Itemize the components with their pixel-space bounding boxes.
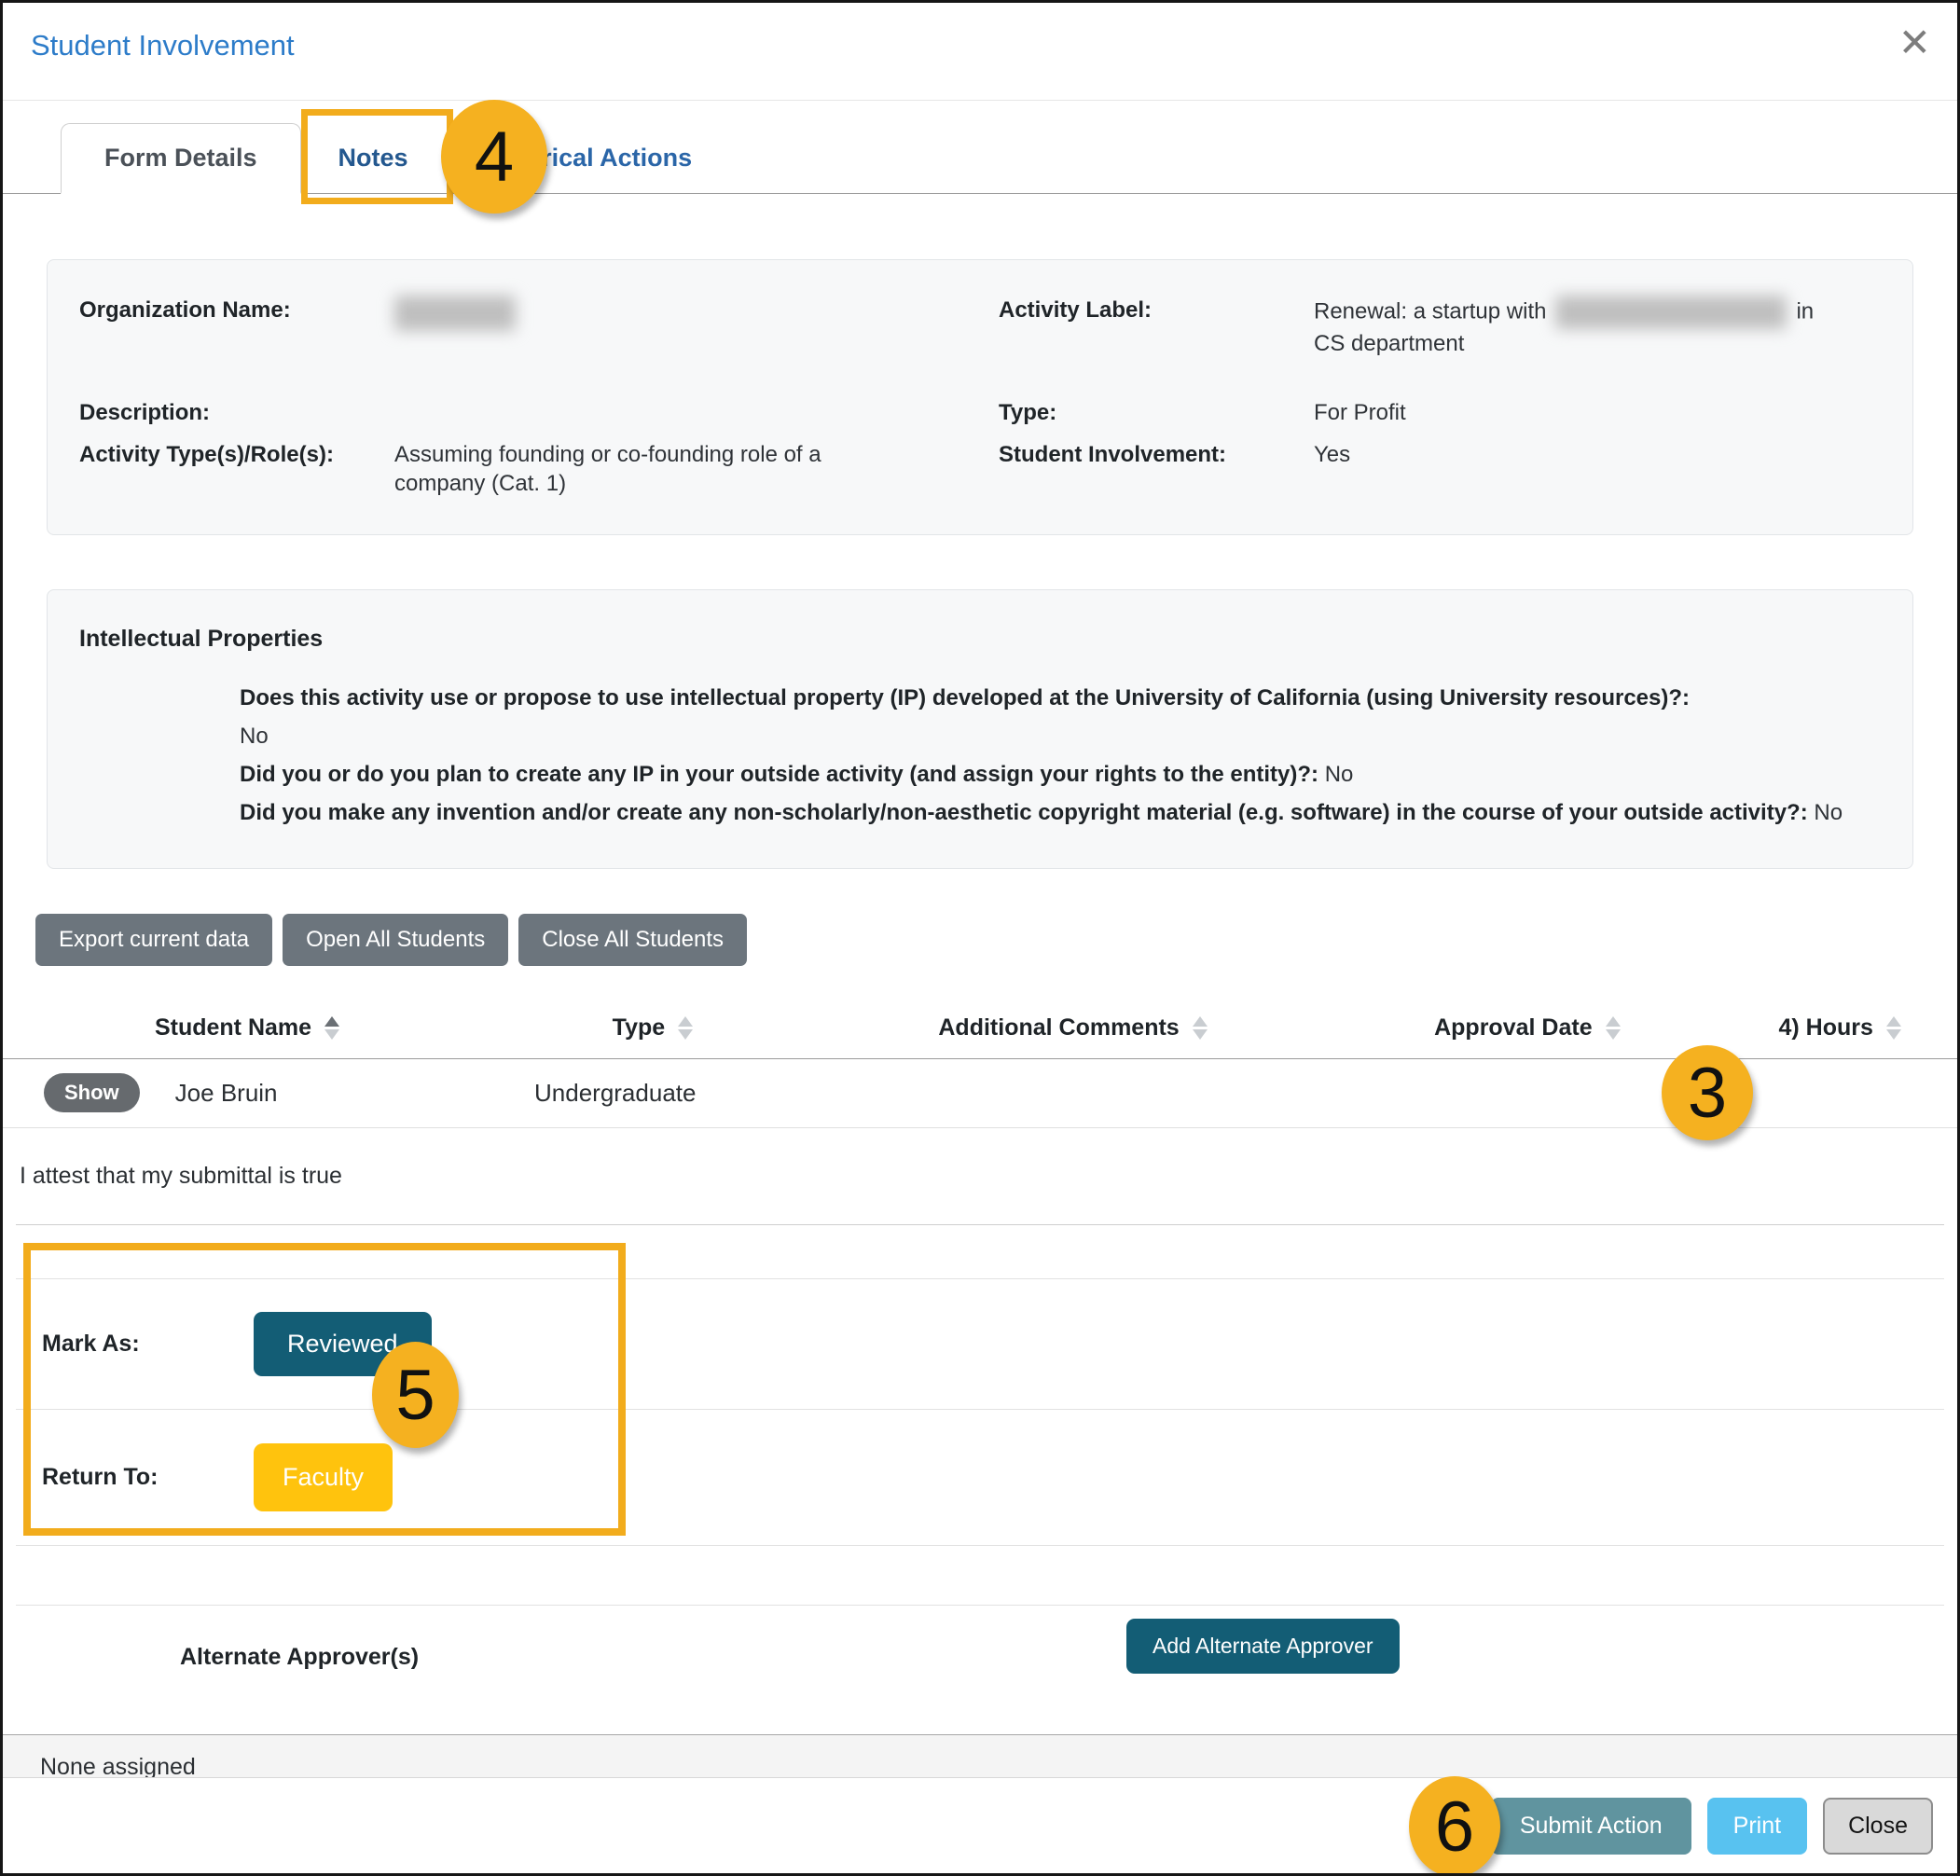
annotation-circle-3: 3 — [1662, 1045, 1753, 1140]
sort-icon — [1886, 1016, 1901, 1040]
submit-action-button[interactable]: Submit Action — [1491, 1798, 1691, 1855]
alternate-approvers-heading: Alternate Approver(s) — [3, 1644, 419, 1671]
student-involvement-modal: Student Involvement ✕ Form Details Notes… — [0, 0, 1960, 1876]
sort-icon — [1193, 1016, 1208, 1040]
print-button[interactable]: Print — [1707, 1798, 1807, 1855]
tab-form-details[interactable]: Form Details — [61, 123, 301, 194]
column-header-hours[interactable]: 4) Hours — [1722, 1014, 1957, 1041]
export-current-data-button[interactable]: Export current data — [35, 914, 272, 966]
students-table: Student Name Type Additional Comments Ap… — [3, 1014, 1957, 1128]
students-table-header: Student Name Type Additional Comments Ap… — [3, 1014, 1957, 1059]
sort-icon — [1606, 1016, 1621, 1040]
organization-name-value — [394, 296, 917, 385]
annotation-circle-6: 6 — [1409, 1776, 1500, 1876]
column-header-hours-label: 4) Hours — [1779, 1014, 1873, 1041]
table-toolbar: Export current data Open All Students Cl… — [35, 914, 1925, 966]
column-header-student-name[interactable]: Student Name — [3, 1014, 491, 1041]
column-header-additional-comments[interactable]: Additional Comments — [814, 1014, 1332, 1041]
activity-label-value: Renewal: a startup within CS department — [1314, 296, 1836, 385]
annotation-circle-4: 4 — [441, 100, 547, 214]
student-type-cell: Undergraduate — [491, 1079, 814, 1108]
column-header-approval-date[interactable]: Approval Date — [1332, 1014, 1722, 1041]
ip-question-2-text: Did you or do you plan to create any IP … — [240, 762, 1318, 787]
attestation-text: I attest that my submittal is true — [16, 1128, 1944, 1225]
tab-bar: Form Details Notes Historical Actions — [3, 101, 1957, 194]
ip-answer-1: No — [240, 717, 1843, 755]
column-header-additional-comments-label: Additional Comments — [938, 1014, 1179, 1041]
intellectual-properties-card: Intellectual Properties Does this activi… — [47, 589, 1913, 869]
student-name: Joe Bruin — [175, 1079, 278, 1108]
redacted-organization-name — [394, 296, 516, 331]
form-details-right-column: Activity Label: Renewal: a startup withi… — [999, 296, 1881, 499]
modal-header: Student Involvement ✕ — [3, 3, 1957, 101]
alternate-approvers-section: Alternate Approver(s) Add Alternate Appr… — [3, 1606, 1957, 1710]
activity-type-value: Assuming founding or co-founding role of… — [394, 440, 917, 498]
add-alternate-approver-button[interactable]: Add Alternate Approver — [1126, 1619, 1400, 1674]
redacted-activity-label — [1555, 296, 1787, 329]
form-details-card: Organization Name: Description: Activity… — [47, 259, 1913, 535]
show-button[interactable]: Show — [44, 1073, 140, 1112]
ip-answer-2: No — [1325, 762, 1354, 787]
annotation-circle-5: 5 — [372, 1342, 459, 1448]
close-all-students-button[interactable]: Close All Students — [518, 914, 747, 966]
close-icon[interactable]: ✕ — [1898, 23, 1931, 62]
form-details-left-column: Organization Name: Description: Activity… — [79, 296, 961, 499]
ip-question-1-text: Does this activity use or propose to use… — [240, 685, 1690, 710]
open-all-students-button[interactable]: Open All Students — [283, 914, 508, 966]
activity-label-prefix: Renewal: a startup with — [1314, 298, 1546, 324]
modal-footer: Submit Action Print Close — [3, 1777, 1957, 1873]
activity-type-label: Activity Type(s)/Role(s): — [79, 440, 394, 498]
organization-name-label: Organization Name: — [79, 296, 394, 385]
column-header-approval-date-label: Approval Date — [1434, 1014, 1592, 1041]
column-header-type-label: Type — [613, 1014, 666, 1041]
description-label: Description: — [79, 398, 394, 427]
annotation-box-mark-as — [23, 1243, 626, 1536]
modal-title: Student Involvement — [31, 29, 295, 62]
column-header-type[interactable]: Type — [491, 1014, 814, 1041]
student-involvement-label: Student Involvement: — [999, 440, 1314, 469]
ip-question-3-text: Did you make any invention and/or create… — [240, 800, 1808, 825]
type-label: Type: — [999, 398, 1314, 427]
row-spacer — [16, 1546, 1944, 1606]
ip-answer-3: No — [1814, 800, 1843, 825]
sort-icon — [324, 1016, 339, 1040]
student-name-cell: Show Joe Bruin — [3, 1073, 491, 1112]
description-value — [394, 398, 917, 427]
ip-question-3: Did you make any invention and/or create… — [240, 793, 1843, 832]
intellectual-properties-heading: Intellectual Properties — [79, 626, 1881, 653]
column-header-student-name-label: Student Name — [155, 1014, 311, 1041]
ip-question-1: Does this activity use or propose to use… — [240, 679, 1843, 756]
type-value: For Profit — [1314, 398, 1836, 427]
activity-label-label: Activity Label: — [999, 296, 1314, 385]
close-button[interactable]: Close — [1823, 1798, 1933, 1855]
sort-icon — [678, 1016, 693, 1040]
ip-question-2: Did you or do you plan to create any IP … — [240, 755, 1843, 793]
annotation-box-notes-tab — [301, 109, 453, 204]
student-involvement-value: Yes — [1314, 440, 1836, 469]
